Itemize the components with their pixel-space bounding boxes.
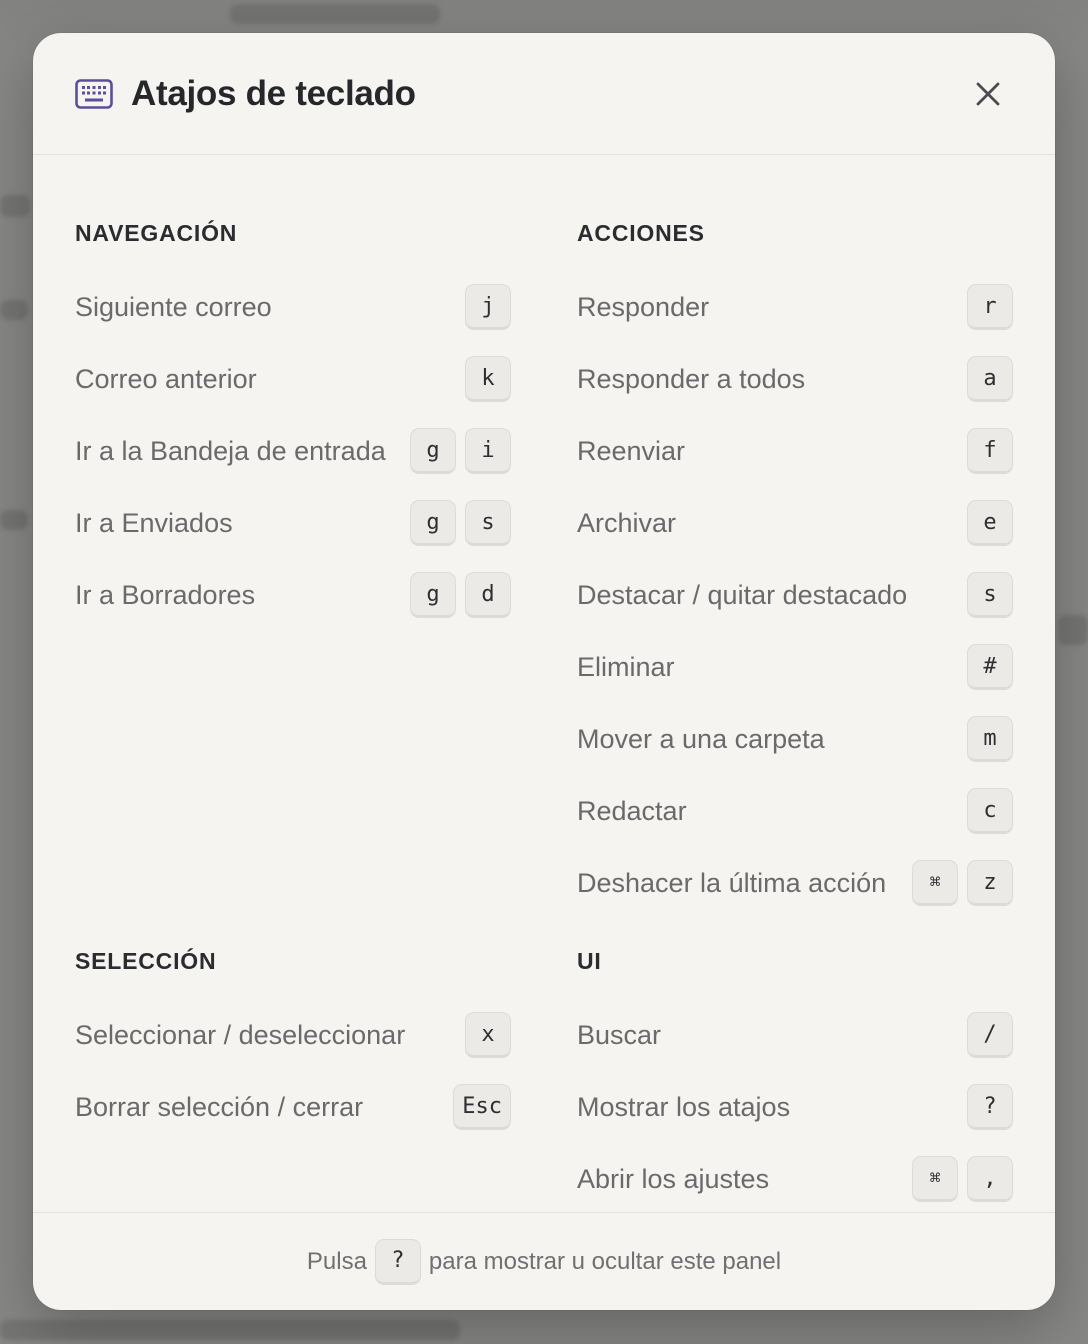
shortcut-row: Archivar e (577, 487, 1013, 559)
key-cap: , (967, 1156, 1013, 1202)
dialog-title: Atajos de teclado (131, 73, 416, 113)
shortcut-row: Responder a todos a (577, 343, 1013, 415)
footer-prefix: Pulsa (306, 1247, 367, 1275)
shortcut-row: Buscar / (577, 999, 1013, 1071)
key-cap: r (967, 284, 1013, 330)
shortcut-row: Ir a Borradores g d (75, 559, 511, 631)
close-icon (976, 82, 1000, 106)
shortcut-keys: a (967, 356, 1013, 402)
shortcut-row: Correo anterior k (75, 343, 511, 415)
shortcut-label: Deshacer la última acción (577, 867, 887, 898)
command-key: ⌘ (912, 860, 958, 906)
shortcut-keys: gs (410, 500, 511, 546)
section-seleccion: SELECCIÓN Seleccionar / deseleccionar x Bo… (75, 941, 511, 1143)
key-cap: s (465, 500, 511, 546)
shortcut-keys: ⌘ z (912, 860, 1013, 906)
key-cap: f (967, 428, 1013, 474)
shortcut-label: Ir a Enviados (75, 507, 233, 538)
shortcuts-dialog: Atajos de teclado NAVEGACIÓN Siguiente c… (33, 33, 1055, 1310)
shortcut-label: Borrar selección / cerrar (75, 1091, 364, 1122)
shortcut-keys: e (967, 500, 1013, 546)
shortcut-row: Siguiente correo j (75, 271, 511, 343)
shortcut-keys: ? (967, 1084, 1013, 1130)
key-cap: g (410, 428, 456, 474)
key-cap: # (967, 644, 1013, 690)
key-cap: Esc (453, 1084, 511, 1130)
shortcut-row: Borrar selección / cerrar Esc (75, 1071, 511, 1143)
shortcut-label: Reenviar (577, 435, 686, 466)
section-ui: UI Buscar / Mostrar los atajos? Abrir los a… (577, 941, 1013, 1215)
key-cap: s (967, 572, 1013, 618)
dialog-footer: Pulsa ? para mostrar u ocultar este pane… (33, 1212, 1055, 1310)
key-cap: d (465, 572, 511, 618)
key-cap: k (465, 356, 511, 402)
shortcut-keys: gd (410, 572, 511, 618)
shortcut-row: Abrir los ajustes ⌘, (577, 1143, 1013, 1215)
shortcut-keys: s (967, 572, 1013, 618)
key-cap: e (967, 500, 1013, 546)
shortcut-keys: # (967, 644, 1013, 690)
shortcut-row: Destacar / quitar destacado s (577, 559, 1013, 631)
key-cap: c (967, 788, 1013, 834)
shortcut-label: Ir a la Bandeja de entrada (75, 435, 386, 466)
shortcut-row: Mover a una carpeta m (577, 703, 1013, 775)
shortcut-label: Buscar (577, 1019, 662, 1050)
key-cap: z (967, 860, 1013, 906)
shortcut-keys: ⌘, (912, 1156, 1013, 1202)
command-key: ⌘ (912, 1156, 958, 1202)
shortcut-row: Responder r (577, 271, 1013, 343)
shortcut-keys: Esc (453, 1084, 511, 1130)
close-button[interactable] (971, 77, 1005, 111)
shortcut-keys: c (967, 788, 1013, 834)
shortcut-row: Eliminar # (577, 631, 1013, 703)
key-cap: i (465, 428, 511, 474)
footer-key: ? (374, 1238, 421, 1285)
key-cap: / (967, 1012, 1013, 1058)
key-cap: ? (967, 1084, 1013, 1130)
shortcut-label: Responder a todos (577, 363, 806, 394)
key-cap: g (410, 500, 456, 546)
shortcut-keys: k (465, 356, 511, 402)
section-navegacion: NAVEGACIÓN Siguiente correo j Correo anter… (75, 213, 511, 631)
shortcut-label: Eliminar (577, 651, 675, 682)
key-cap: j (465, 284, 511, 330)
dialog-header: Atajos de teclado (33, 33, 1055, 155)
shortcut-keys: m (967, 716, 1013, 762)
shortcut-label: Ir a Borradores (75, 579, 256, 610)
shortcut-label: Mover a una carpeta (577, 723, 825, 754)
footer-suffix: para mostrar u ocultar este panel (428, 1247, 782, 1275)
section-title: ACCIONES (577, 220, 705, 246)
shortcut-row: Mostrar los atajos? (577, 1071, 1013, 1143)
shortcut-label: Mostrar los atajos (577, 1091, 791, 1122)
shortcut-keys: f (967, 428, 1013, 474)
shortcut-row: Reenviar f (577, 415, 1013, 487)
keyboard-icon (75, 78, 113, 109)
shortcut-keys: gi (410, 428, 511, 474)
shortcut-row: Ir a Enviados g s (75, 487, 511, 559)
shortcut-row: Ir a la Bandeja de entrada g i (75, 415, 511, 487)
shortcut-label: Destacar / quitar destacado (577, 579, 908, 610)
section-title: SELECCIÓN (75, 948, 217, 974)
shortcut-row: Redactar c (577, 775, 1013, 847)
key-cap: x (465, 1012, 511, 1058)
shortcut-label: Redactar (577, 795, 687, 826)
shortcut-keys: / (967, 1012, 1013, 1058)
shortcut-label: Archivar (577, 507, 677, 538)
shortcut-label: Abrir los ajustes (577, 1163, 770, 1194)
section-acciones: ACCIONES Responder r Responder a todos a Ree… (577, 213, 1013, 919)
shortcut-label: Siguiente correo (75, 291, 272, 322)
key-cap: m (967, 716, 1013, 762)
shortcut-keys: x (465, 1012, 511, 1058)
shortcut-keys: r (967, 284, 1013, 330)
key-cap: g (410, 572, 456, 618)
shortcut-row: Deshacer la última acción ⌘ z (577, 847, 1013, 919)
shortcut-row: Seleccionar / deseleccionar x (75, 999, 511, 1071)
shortcut-label: Seleccionar / deseleccionar (75, 1019, 406, 1050)
shortcut-keys: j (465, 284, 511, 330)
section-title: UI (577, 948, 602, 974)
section-title: NAVEGACIÓN (75, 220, 238, 246)
key-cap: a (967, 356, 1013, 402)
shortcut-label: Correo anterior (75, 363, 257, 394)
shortcut-label: Responder (577, 291, 710, 322)
